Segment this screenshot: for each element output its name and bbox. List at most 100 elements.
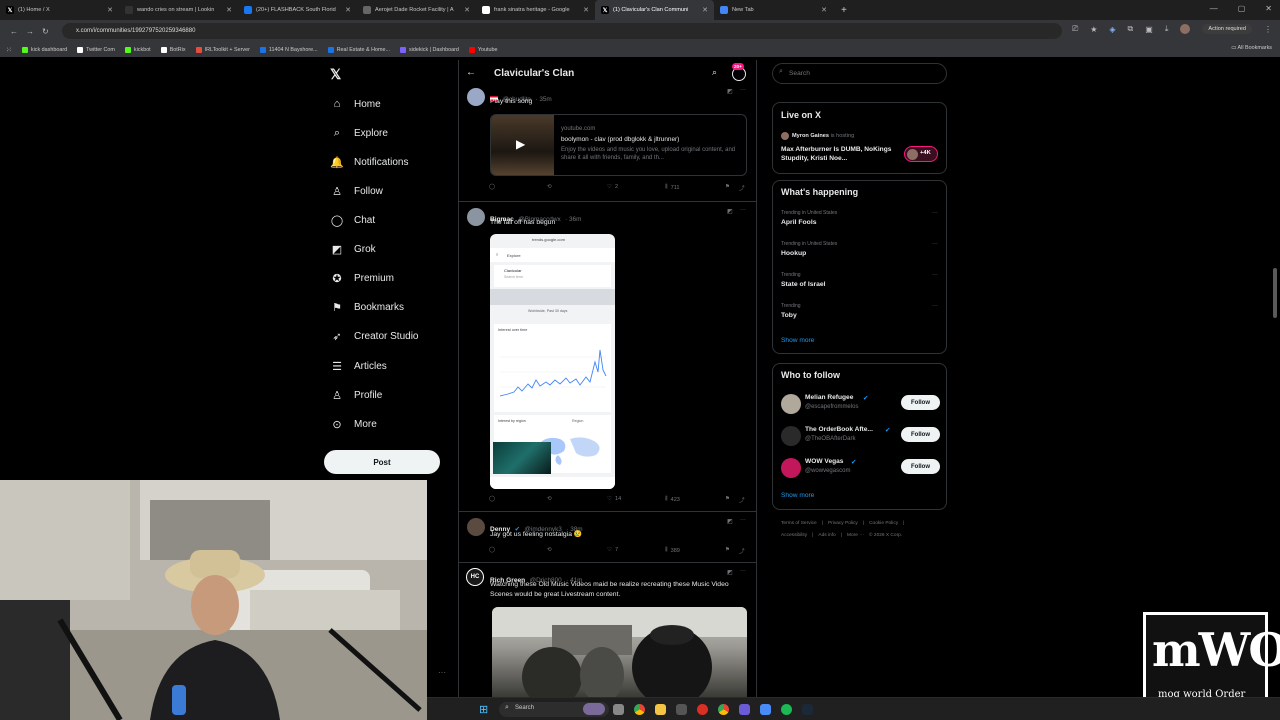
- app-red-icon[interactable]: [697, 704, 708, 715]
- views-button[interactable]: ⫼ 423: [665, 496, 680, 503]
- trends-show-more[interactable]: Show more: [781, 337, 814, 344]
- grok-icon[interactable]: ◩: [727, 569, 733, 576]
- grok-icon[interactable]: ◩: [727, 88, 733, 95]
- reply-icon[interactable]: ◯: [489, 496, 495, 502]
- follow-suggestion[interactable]: The OrderBook Afte... ✔ @TheOBAfterDark Fol…: [773, 425, 946, 453]
- close-window-icon[interactable]: ✕: [1265, 4, 1272, 13]
- tweet-3[interactable]: Denny ✔ @imdennyk3 · 38m ◩ ··· Jay got u…: [459, 513, 756, 563]
- nav-item-profile[interactable]: ♙ Profile: [330, 384, 382, 406]
- page-scrollbar-thumb[interactable]: [1273, 268, 1277, 318]
- browser-tab[interactable]: Aerojet Dade Rocket Facility | A ✕: [357, 0, 476, 20]
- retweet-icon[interactable]: ⟲: [547, 184, 552, 190]
- browser-tab[interactable]: frank sinatra heritage - Google ✕: [476, 0, 595, 20]
- footer-link[interactable]: Accessibility: [781, 533, 807, 538]
- nav-item-more[interactable]: ⊙ More: [330, 413, 376, 435]
- nav-item-grok[interactable]: ◩ Grok: [330, 238, 376, 260]
- grok-icon[interactable]: ◩: [727, 208, 733, 215]
- views-button[interactable]: ⫼ 711: [665, 184, 680, 191]
- avatar[interactable]: HC: [466, 568, 484, 586]
- bookmark-item[interactable]: kickbot: [124, 46, 151, 53]
- steam-icon[interactable]: [802, 704, 813, 715]
- live-space-title[interactable]: Max Afterburner Is DUMB, NoKings Stupdit…: [781, 145, 896, 163]
- post-button[interactable]: Post: [324, 450, 440, 474]
- profile-avatar-icon[interactable]: [1180, 24, 1191, 34]
- bookmark-item[interactable]: Youtube: [468, 46, 498, 53]
- bookmark-item[interactable]: 11404 N Bayshore...: [259, 46, 318, 53]
- chrome-taskbar-icon[interactable]: [634, 704, 645, 715]
- all-bookmarks-link[interactable]: ▭ All Bookmarks: [1231, 45, 1272, 51]
- search-icon[interactable]: ⌕: [712, 67, 717, 78]
- tab-close-icon[interactable]: ✕: [226, 6, 232, 14]
- tweet-image[interactable]: trends.google.com ≡ Explore Clavicular S…: [490, 234, 615, 489]
- bookmark-item[interactable]: sidekick | Dashboard: [399, 46, 459, 53]
- chrome-taskbar-icon-2[interactable]: [718, 704, 729, 715]
- tweet-more-icon[interactable]: ···: [740, 87, 746, 93]
- browser-tab[interactable]: 𝕏 (1) Home / X ✕: [0, 0, 119, 20]
- spotify-icon[interactable]: [781, 704, 792, 715]
- trend-more-icon[interactable]: ···: [932, 210, 938, 216]
- tweet-1[interactable]: @chudlite · 35m ◩ ··· Play this song ▶ y…: [459, 84, 756, 202]
- nav-item-creator-studio[interactable]: ➶ Creator Studio: [330, 325, 418, 347]
- footer-link[interactable]: More ···: [847, 533, 864, 538]
- live-listeners-pill[interactable]: +4K: [904, 146, 938, 162]
- tweet-more-icon[interactable]: ···: [740, 568, 746, 574]
- puzzle-icon[interactable]: ⧉: [1128, 24, 1134, 34]
- tab-close-icon[interactable]: ✕: [464, 6, 470, 14]
- bookmark-item[interactable]: BotRix: [160, 46, 186, 53]
- star-icon[interactable]: ★: [1090, 25, 1097, 34]
- reload-icon[interactable]: ↻: [42, 27, 49, 36]
- trend-more-icon[interactable]: ···: [932, 303, 938, 309]
- trend-item[interactable]: Trending Toby ···: [773, 303, 946, 331]
- follow-suggestion[interactable]: Melian Refugee ✔ @escapefrommelos Follow: [773, 393, 946, 421]
- avatar[interactable]: [781, 458, 801, 478]
- follow-button[interactable]: Follow: [901, 395, 940, 410]
- retweet-icon[interactable]: ⟲: [547, 496, 552, 502]
- back-arrow-icon[interactable]: ←: [466, 67, 476, 78]
- windows-start-icon[interactable]: ⊞: [479, 703, 488, 716]
- nav-item-notifications[interactable]: 🔔 Notifications: [330, 151, 408, 173]
- avatar[interactable]: [781, 394, 801, 414]
- tweet-more-icon[interactable]: ···: [740, 207, 746, 213]
- footer-link[interactable]: Cookie Policy: [869, 521, 898, 526]
- link-card[interactable]: ▶ youtube.com boolymon - clav (prod dbgl…: [490, 114, 747, 176]
- browser-tab[interactable]: New Tab ✕: [714, 0, 833, 20]
- follow-button[interactable]: Follow: [901, 427, 940, 442]
- trend-more-icon[interactable]: ···: [932, 241, 938, 247]
- nav-item-chat[interactable]: ◯ Chat: [330, 209, 375, 231]
- footer-link[interactable]: Ads info: [818, 533, 835, 538]
- like-button[interactable]: ♡ 2: [607, 184, 618, 190]
- retweet-icon[interactable]: ⟲: [547, 547, 552, 553]
- minimize-icon[interactable]: —: [1210, 4, 1218, 13]
- new-tab-button[interactable]: +: [841, 5, 847, 16]
- trend-more-icon[interactable]: ···: [932, 272, 938, 278]
- tab-close-icon[interactable]: ✕: [583, 6, 589, 14]
- task-view-icon[interactable]: [613, 704, 624, 715]
- bookmark-item[interactable]: IRLToolkit + Server: [195, 46, 250, 53]
- bookmark-item[interactable]: kick dashboard: [21, 46, 67, 53]
- extension-icon[interactable]: ◈: [1109, 25, 1115, 34]
- bookmark-item[interactable]: Twitter Com: [77, 46, 115, 53]
- forward-icon[interactable]: →: [26, 27, 34, 36]
- sidepanel-icon[interactable]: ▣: [1145, 25, 1153, 34]
- tab-close-icon[interactable]: ✕: [702, 6, 708, 14]
- app-icon[interactable]: [676, 704, 687, 715]
- nav-item-premium[interactable]: ✪ Premium: [330, 267, 394, 289]
- back-icon[interactable]: ←: [10, 27, 18, 36]
- maximize-icon[interactable]: ▢: [1238, 4, 1246, 13]
- avatar[interactable]: [467, 88, 485, 106]
- download-icon[interactable]: ⤓: [1165, 24, 1169, 34]
- tweet-more-icon[interactable]: ···: [740, 517, 746, 523]
- tweet-2[interactable]: Bigmac @Bigmaccdwx · 36m ◩ ··· The fall …: [459, 203, 756, 512]
- share-icon[interactable]: ⤴: [739, 496, 745, 504]
- tab-close-icon[interactable]: ✕: [345, 6, 351, 14]
- action-required-button[interactable]: Action required: [1202, 24, 1252, 34]
- bookmark-icon[interactable]: ⚑: [725, 184, 730, 190]
- grok-icon[interactable]: ◩: [727, 518, 733, 525]
- file-explorer-icon[interactable]: [655, 704, 666, 715]
- share-icon[interactable]: ⤴: [739, 547, 745, 555]
- nav-item-explore[interactable]: ⌕ Explore: [330, 122, 388, 144]
- tweet-4[interactable]: HC Rich Green @Drich800 · 41m ◩ ··· Watc…: [459, 564, 756, 697]
- nav-item-articles[interactable]: ☰ Articles: [330, 355, 387, 377]
- browser-tab[interactable]: 𝕏 (1) Clavicular's Clan Communi ✕: [595, 0, 714, 20]
- bookmark-icon[interactable]: ⚑: [725, 496, 730, 502]
